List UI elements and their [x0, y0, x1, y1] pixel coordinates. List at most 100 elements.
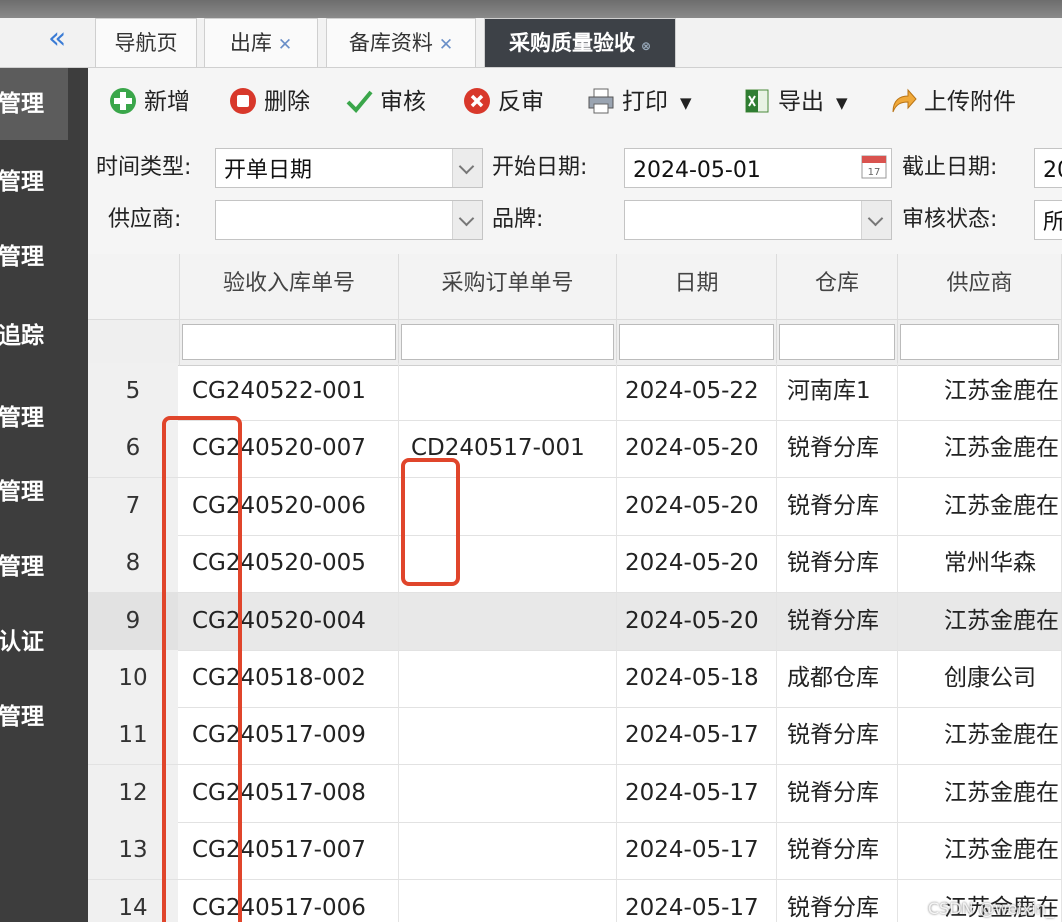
table-row[interactable]: 5 CG240522-001 2024-05-22 河南库1 江苏金鹿在 [88, 363, 1062, 421]
header-supplier[interactable]: 供应商 [898, 254, 1062, 320]
tab-label: 采购质量验收 [508, 31, 635, 55]
tab-home[interactable]: 导航页 [95, 18, 197, 67]
sidebar-item[interactable]: 管理 [0, 382, 68, 454]
cell-num: 11 [88, 707, 178, 765]
sidebar-item[interactable]: 管理 [0, 221, 68, 293]
cell-po-no [399, 592, 617, 650]
audit-status-select[interactable]: 所 [1034, 200, 1062, 240]
table-row[interactable]: 7 CG240520-006 2024-05-20 锐脊分库 江苏金鹿在 [88, 477, 1062, 536]
cell-receipt-no: CG240520-006 [180, 477, 399, 535]
cell-warehouse: 锐脊分库 [777, 420, 898, 478]
cell-date: 2024-05-20 [617, 535, 777, 593]
cell-warehouse: 成都仓库 [777, 650, 898, 707]
cell-po-no [399, 822, 617, 880]
start-date-input[interactable]: 2024-05-01 17 [624, 148, 892, 188]
audit-button[interactable]: 审核 [344, 84, 426, 120]
close-icon[interactable]: ✕ [439, 35, 453, 55]
chevron-down-icon[interactable] [452, 149, 482, 187]
header-warehouse[interactable]: 仓库 [777, 254, 898, 320]
chevron-down-icon[interactable]: ▼ [836, 94, 848, 112]
excel-icon [745, 89, 769, 112]
sidebar-item[interactable]: 管理 [0, 146, 68, 218]
table-row[interactable]: 11 CG240517-009 2024-05-17 锐脊分库 江苏金鹿在 [88, 707, 1062, 766]
cell-supplier: 江苏金鹿在 [898, 363, 1062, 420]
tab-spare-parts[interactable]: 备库资料 ✕ [326, 18, 476, 67]
cell-po-no [399, 535, 617, 593]
receipt-no-filter-input[interactable] [182, 324, 396, 360]
upload-label: 上传附件 [924, 89, 1016, 115]
table-row[interactable]: 10 CG240518-002 2024-05-18 成都仓库 创康公司 [88, 650, 1062, 708]
close-icon[interactable]: ✕ [278, 35, 292, 55]
unaudit-button[interactable]: 反审 [462, 84, 544, 120]
end-date-label: 截止日期: [902, 155, 998, 180]
sidebar-item[interactable]: 认证 [0, 606, 68, 678]
cell-po-no [399, 764, 617, 822]
time-type-value: 开单日期 [224, 158, 313, 183]
cell-warehouse: 锐脊分库 [777, 764, 898, 822]
date-filter-input[interactable] [619, 324, 774, 360]
cell-warehouse: 锐脊分库 [777, 822, 898, 880]
print-button[interactable]: 打印 ▼ [586, 84, 692, 120]
export-button[interactable]: 导出 ▼ [742, 84, 848, 120]
tab-outbound[interactable]: 出库 ✕ [204, 18, 318, 67]
table-row[interactable]: 13 CG240517-007 2024-05-17 锐脊分库 江苏金鹿在 [88, 822, 1062, 881]
unaudit-label: 反审 [498, 89, 544, 115]
sidebar-item-label: 管理 [0, 169, 44, 195]
chevron-down-icon[interactable] [861, 201, 891, 239]
sidebar-item[interactable]: 管理 [0, 531, 68, 603]
add-label: 新增 [144, 89, 190, 115]
cell-po-no [399, 477, 617, 535]
cell-warehouse: 锐脊分库 [777, 592, 898, 650]
header-po-no[interactable]: 采购订单单号 [399, 254, 617, 320]
sidebar-item-label: 管理 [0, 704, 44, 730]
calendar-icon[interactable]: 17 [859, 151, 889, 181]
watermark: CSDN @weixin_ [927, 899, 1054, 918]
cell-warehouse: 锐脊分库 [777, 535, 898, 593]
cell-num: 9 [88, 592, 178, 650]
chevron-down-icon[interactable] [452, 201, 482, 239]
header-receipt-no[interactable]: 验收入库单号 [180, 254, 399, 320]
po-no-filter-input[interactable] [401, 324, 614, 360]
table-row[interactable]: 14 CG240517-006 2024-05-17 锐脊分库 江苏金鹿在 [88, 879, 1062, 922]
filter-cell [617, 320, 777, 366]
tab-purchase-quality-inspection[interactable]: 采购质量验收 ⊗ [484, 18, 676, 67]
cell-receipt-no: CG240517-007 [180, 822, 399, 880]
table-row[interactable]: 6 CG240520-007 CD240517-001 2024-05-20 锐脊分库江… [88, 420, 1062, 479]
audit-label: 审核 [380, 89, 426, 115]
cell-date: 2024-05-22 [617, 363, 777, 420]
collapse-sidebar-icon[interactable]: « [48, 24, 78, 54]
time-type-select[interactable]: 开单日期 [215, 148, 483, 188]
table-row[interactable]: 8 CG240520-005 2024-05-20 锐脊分库 常州华森 [88, 535, 1062, 594]
sidebar-item-label: 管理 [0, 554, 44, 580]
header-date[interactable]: 日期 [617, 254, 777, 320]
brand-select[interactable] [624, 200, 892, 240]
supplier-label: 供应商: [108, 207, 182, 232]
cell-num: 13 [88, 822, 178, 880]
cell-receipt-no: CG240520-005 [180, 535, 399, 593]
delete-icon [230, 87, 256, 114]
sidebar-item[interactable]: 追踪 [0, 300, 68, 372]
supplier-select[interactable] [215, 200, 483, 240]
supplier-filter-input[interactable] [900, 324, 1059, 360]
upload-attachment-button[interactable]: 上传附件 [888, 84, 1016, 120]
chevron-down-icon[interactable]: ▼ [680, 94, 692, 112]
sidebar-item[interactable]: 管理 [0, 68, 68, 140]
window-top-strip [0, 0, 1062, 18]
cell-supplier: 江苏金鹿在 [898, 764, 1062, 822]
time-type-label: 时间类型: [96, 155, 192, 180]
end-date-input[interactable]: 20 [1034, 148, 1062, 188]
add-button[interactable]: 新增 [108, 84, 190, 120]
delete-button[interactable]: 删除 [228, 84, 310, 120]
end-date-value: 20 [1043, 158, 1062, 183]
cell-supplier: 江苏金鹿在 [898, 707, 1062, 765]
cell-date: 2024-05-17 [617, 822, 777, 880]
table-row[interactable]: 9 CG240520-004 2024-05-20 锐脊分库 江苏金鹿在 [88, 592, 1062, 651]
sidebar-item[interactable]: 管理 [0, 456, 68, 528]
warehouse-filter-input[interactable] [779, 324, 895, 360]
cell-date: 2024-05-18 [617, 650, 777, 707]
plus-icon [110, 87, 136, 114]
cell-po-no [399, 363, 617, 420]
close-icon[interactable]: ⊗ [641, 39, 651, 53]
sidebar-item[interactable]: 管理 [0, 681, 68, 753]
table-row[interactable]: 12 CG240517-008 2024-05-17 锐脊分库 江苏金鹿在 [88, 764, 1062, 823]
